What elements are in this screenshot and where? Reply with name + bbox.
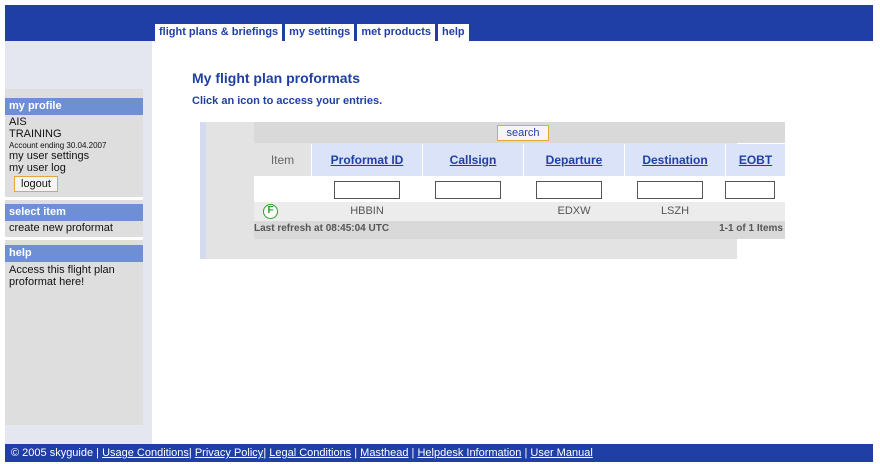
departure-filter-input[interactable] bbox=[536, 181, 602, 199]
tab-help[interactable]: help bbox=[438, 24, 469, 41]
my-user-log-link[interactable]: my user log bbox=[9, 162, 66, 174]
sidebar: my profile AIS TRAINING Account ending 3… bbox=[5, 41, 152, 444]
column-header-departure[interactable]: Departure bbox=[524, 144, 624, 176]
usage-conditions-link[interactable]: Usage Conditions bbox=[102, 447, 189, 459]
cell-destination: LSZH bbox=[660, 205, 690, 217]
callsign-filter-input[interactable] bbox=[435, 181, 501, 199]
grid-left-bar bbox=[200, 122, 206, 259]
masthead-link[interactable]: Masthead bbox=[360, 447, 408, 459]
footer: © 2005 skyguide | Usage Conditions | Priv… bbox=[5, 444, 873, 462]
item-count-text: 1-1 of 1 Items bbox=[719, 223, 783, 234]
proformat-id-filter-input[interactable] bbox=[334, 181, 400, 199]
user-manual-link[interactable]: User Manual bbox=[530, 447, 592, 459]
main-content: My flight plan proformats Click an icon … bbox=[152, 41, 873, 444]
tab-flight-plans-briefings[interactable]: flight plans & briefings bbox=[155, 24, 283, 41]
main-tabs: flight plans & briefings my settings met… bbox=[155, 24, 469, 41]
column-header-item: Item bbox=[254, 144, 311, 176]
table-header-row: Item Proformat ID Callsign Departure Des… bbox=[254, 144, 785, 176]
filter-row bbox=[254, 176, 785, 202]
sidebar-divider bbox=[5, 197, 143, 200]
my-user-settings-link[interactable]: my user settings bbox=[9, 150, 89, 162]
last-refresh-text: Last refresh at 08:45:04 UTC bbox=[254, 223, 390, 234]
cell-proformat-id: HBBIN bbox=[350, 205, 384, 217]
grid-status-row: Last refresh at 08:45:04 UTC 1-1 of 1 It… bbox=[254, 221, 785, 239]
help-heading: help bbox=[5, 245, 143, 262]
user-code: AIS bbox=[9, 116, 27, 128]
select-item-heading: select item bbox=[5, 204, 143, 221]
eobt-filter-input[interactable] bbox=[725, 181, 775, 199]
tab-met-products[interactable]: met products bbox=[357, 24, 435, 41]
grid-search-bar: search bbox=[254, 122, 785, 143]
instruction-text: Click an icon to access your entries. bbox=[192, 95, 383, 107]
footer-separator: | bbox=[351, 447, 361, 459]
sidebar-panel: my profile AIS TRAINING Account ending 3… bbox=[5, 89, 143, 425]
column-header-eobt[interactable]: EOBT bbox=[726, 144, 785, 176]
search-button[interactable]: search bbox=[497, 125, 549, 141]
cell-callsign bbox=[423, 202, 523, 221]
logout-button[interactable]: logout bbox=[14, 176, 58, 192]
column-header-proformat-id[interactable]: Proformat ID bbox=[312, 144, 422, 176]
legal-conditions-link[interactable]: Legal Conditions bbox=[269, 447, 351, 459]
helpdesk-information-link[interactable]: Helpdesk Information bbox=[417, 447, 521, 459]
help-text-line2: proformat here! bbox=[9, 276, 85, 288]
page-title: My flight plan proformats bbox=[192, 70, 360, 86]
top-navigation-bar: flight plans & briefings my settings met… bbox=[5, 5, 873, 41]
account-expiry-note: Account ending 30.04.2007 bbox=[9, 141, 107, 150]
user-name: TRAINING bbox=[9, 128, 62, 140]
cell-departure: EDXW bbox=[557, 205, 591, 217]
flight-plan-f-icon[interactable]: F bbox=[263, 204, 278, 219]
sidebar-divider bbox=[5, 237, 143, 240]
table-row[interactable]: F HBBIN EDXW LSZH bbox=[254, 202, 785, 221]
privacy-policy-link[interactable]: Privacy Policy bbox=[195, 447, 263, 459]
column-header-callsign[interactable]: Callsign bbox=[423, 144, 523, 176]
tab-my-settings[interactable]: my settings bbox=[285, 24, 355, 41]
column-header-destination[interactable]: Destination bbox=[625, 144, 725, 176]
create-new-proformat-link[interactable]: create new proformat bbox=[9, 222, 113, 234]
cell-eobt bbox=[726, 202, 785, 221]
copyright-text: © 2005 skyguide | bbox=[11, 447, 103, 459]
proformat-grid: search Item Proformat ID Callsign Depart… bbox=[200, 122, 785, 259]
browser-page: flight plans & briefings my settings met… bbox=[5, 5, 873, 462]
help-text-line1: Access this flight plan bbox=[9, 264, 115, 276]
destination-filter-input[interactable] bbox=[637, 181, 703, 199]
my-profile-heading: my profile bbox=[5, 98, 143, 115]
